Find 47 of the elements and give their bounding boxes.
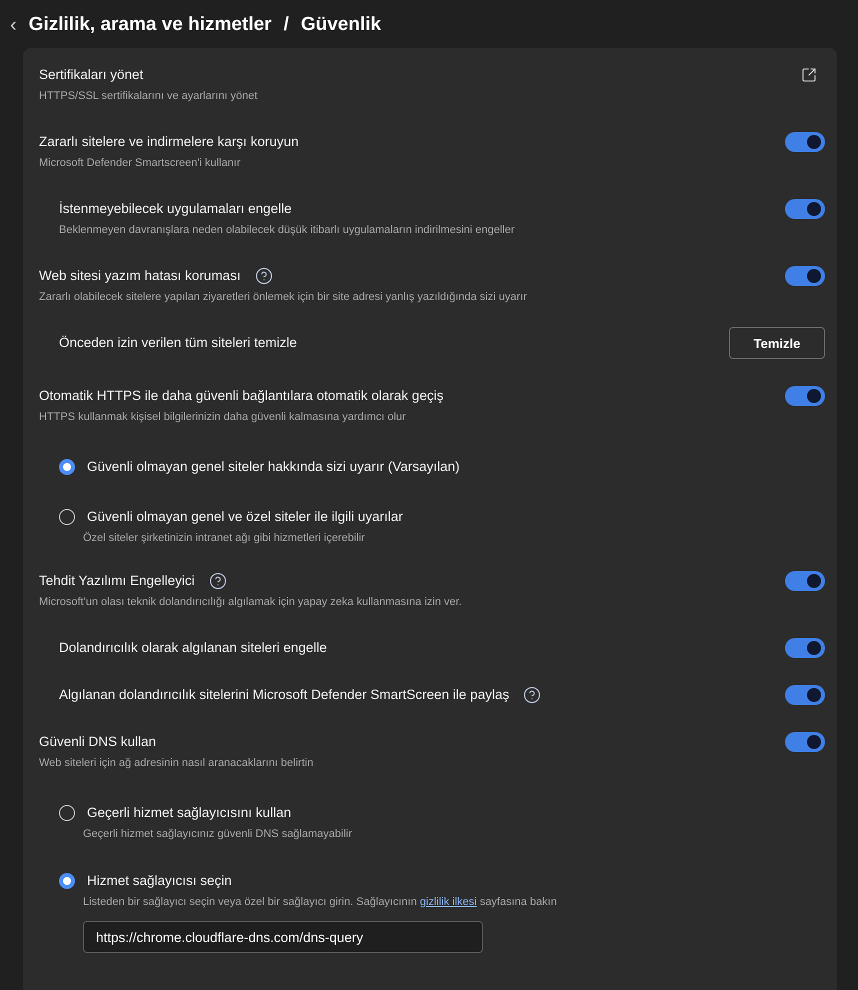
setting-title: İstenmeyebilecek uygulamaları engelle	[59, 200, 292, 218]
setting-title: Otomatik HTTPS ile daha güvenli bağlantılara otomatik olarak geçiş	[39, 387, 444, 405]
setting-title: Zararlı sitelere ve indirmelere karşı koruyun	[39, 133, 299, 151]
clear-button[interactable]: Temizle	[729, 327, 825, 359]
option-label: Güvenli olmayan genel ve özel siteler ile ilgili uyarılar	[87, 508, 403, 526]
radio-button[interactable]	[59, 459, 75, 475]
setting-description: HTTPS kullanmak kişisel bilgilerinizin daha güvenli kalmasına yardımcı olur	[39, 410, 407, 425]
setting-title: Algılanan dolandırıcılık sitelerini Microsoft Defender SmartScreen ile paylaş	[59, 686, 510, 704]
radio-button[interactable]	[59, 805, 75, 821]
toggle-switch[interactable]	[785, 732, 825, 752]
setting-title: Tehdit Yazılımı Engelleyici	[39, 572, 195, 590]
url-input-field[interactable]: https://chrome.cloudflare-dns.com/dns-query	[83, 921, 483, 953]
help-icon[interactable]	[254, 267, 273, 285]
breadcrumb-title: Güvenlik	[300, 14, 382, 36]
help-icon[interactable]	[208, 572, 227, 590]
toggle-switch[interactable]	[785, 266, 825, 286]
setting-title: Web sitesi yazım hatası koruması	[39, 267, 241, 285]
setting-description: Zararlı olabilecek sitelere yapılan ziyaretleri önlemek için bir site adresi yanlış yazıldığında sizi uyarır	[39, 290, 527, 305]
privacy-link[interactable]: gizlilik ilkesi	[420, 896, 477, 908]
setting-description: Web siteleri için ağ adresinin nasıl aranacaklarını belirtin	[39, 756, 314, 771]
option-label: Hizmet sağlayıcısı seçin	[87, 872, 232, 890]
toggle-switch[interactable]	[785, 685, 825, 705]
toggle-switch[interactable]	[785, 132, 825, 152]
setting-title: Güvenli DNS kullan	[39, 733, 156, 751]
radio-button[interactable]	[59, 509, 75, 525]
radio-button[interactable]	[59, 873, 75, 889]
toggle-switch[interactable]	[785, 199, 825, 219]
setting-title: Sertifikaları yönet	[39, 66, 144, 84]
toggle-switch[interactable]	[785, 638, 825, 658]
external-link-icon[interactable]	[801, 67, 817, 83]
setting-title: Önceden izin verilen tüm siteleri temizle	[59, 334, 297, 352]
setting-description: Microsoft Defender Smartscreen'i kullanır	[39, 156, 242, 171]
breadcrumb-title[interactable]: Gizlilik, arama ve hizmetler	[28, 14, 272, 36]
option-label: Güvenli olmayan genel siteler hakkında sizi uyarır (Varsayılan)	[87, 458, 460, 476]
setting-title: Dolandırıcılık olarak algılanan siteleri engelle	[59, 639, 327, 657]
option-label: Geçerli hizmet sağlayıcısını kullan	[87, 804, 292, 822]
option-description: Özel siteler şirketinizin intranet ağı gibi hizmetleri içerebilir	[83, 530, 366, 546]
option-description: Listeden bir sağlayıcı seçin veya özel bir sağlayıcı girin. Sağlayıcının gizlilik ilkesi sayfasına bakın	[83, 895, 557, 910]
toggle-switch[interactable]	[785, 386, 825, 406]
help-icon[interactable]	[523, 686, 542, 704]
breadcrumb-separator: /	[284, 14, 289, 36]
setting-description: HTTPS/SSL sertifikalarını ve ayarlarını yönet	[39, 89, 258, 104]
option-description: Geçerli hizmet sağlayıcınız güvenli DNS sağlamayabilir	[83, 827, 352, 842]
back-button[interactable]: ‹	[10, 15, 17, 35]
setting-description: Beklenmeyen davranışlara neden olabilecek düşük itibarlı uygulamaların indirilmesini engeller	[59, 223, 515, 238]
setting-description: Microsoft'un olası teknik dolandırıcılığı algılamak için yapay zeka kullanmasına izin ver.	[39, 595, 462, 610]
toggle-switch[interactable]	[785, 571, 825, 591]
